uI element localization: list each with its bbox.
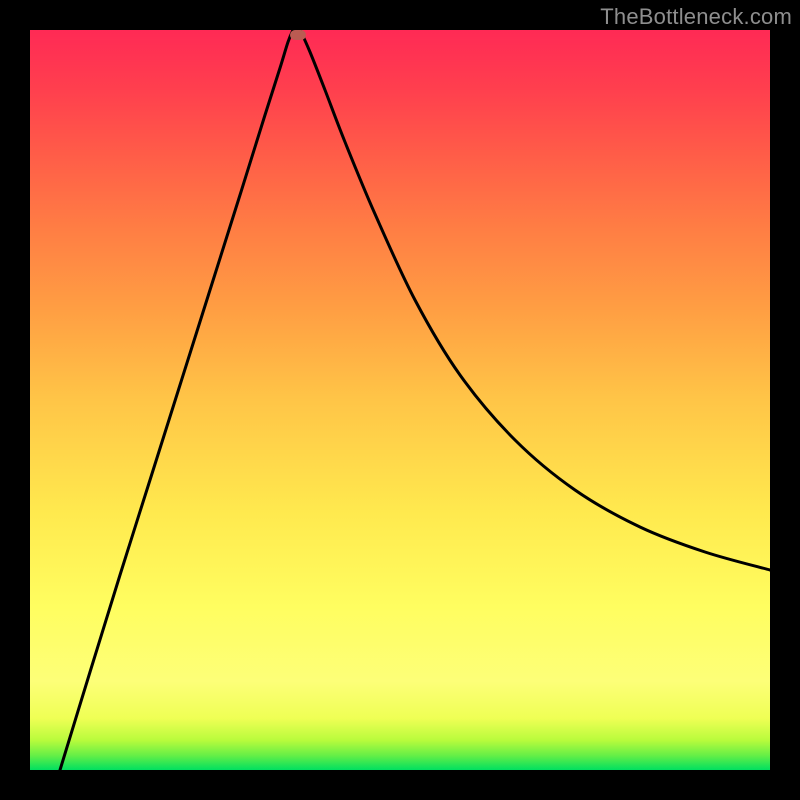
bottleneck-curve: [30, 30, 770, 770]
minimum-marker: [290, 30, 306, 40]
plot-area: [30, 30, 770, 770]
watermark-text: TheBottleneck.com: [600, 4, 792, 30]
chart-frame: TheBottleneck.com: [0, 0, 800, 800]
